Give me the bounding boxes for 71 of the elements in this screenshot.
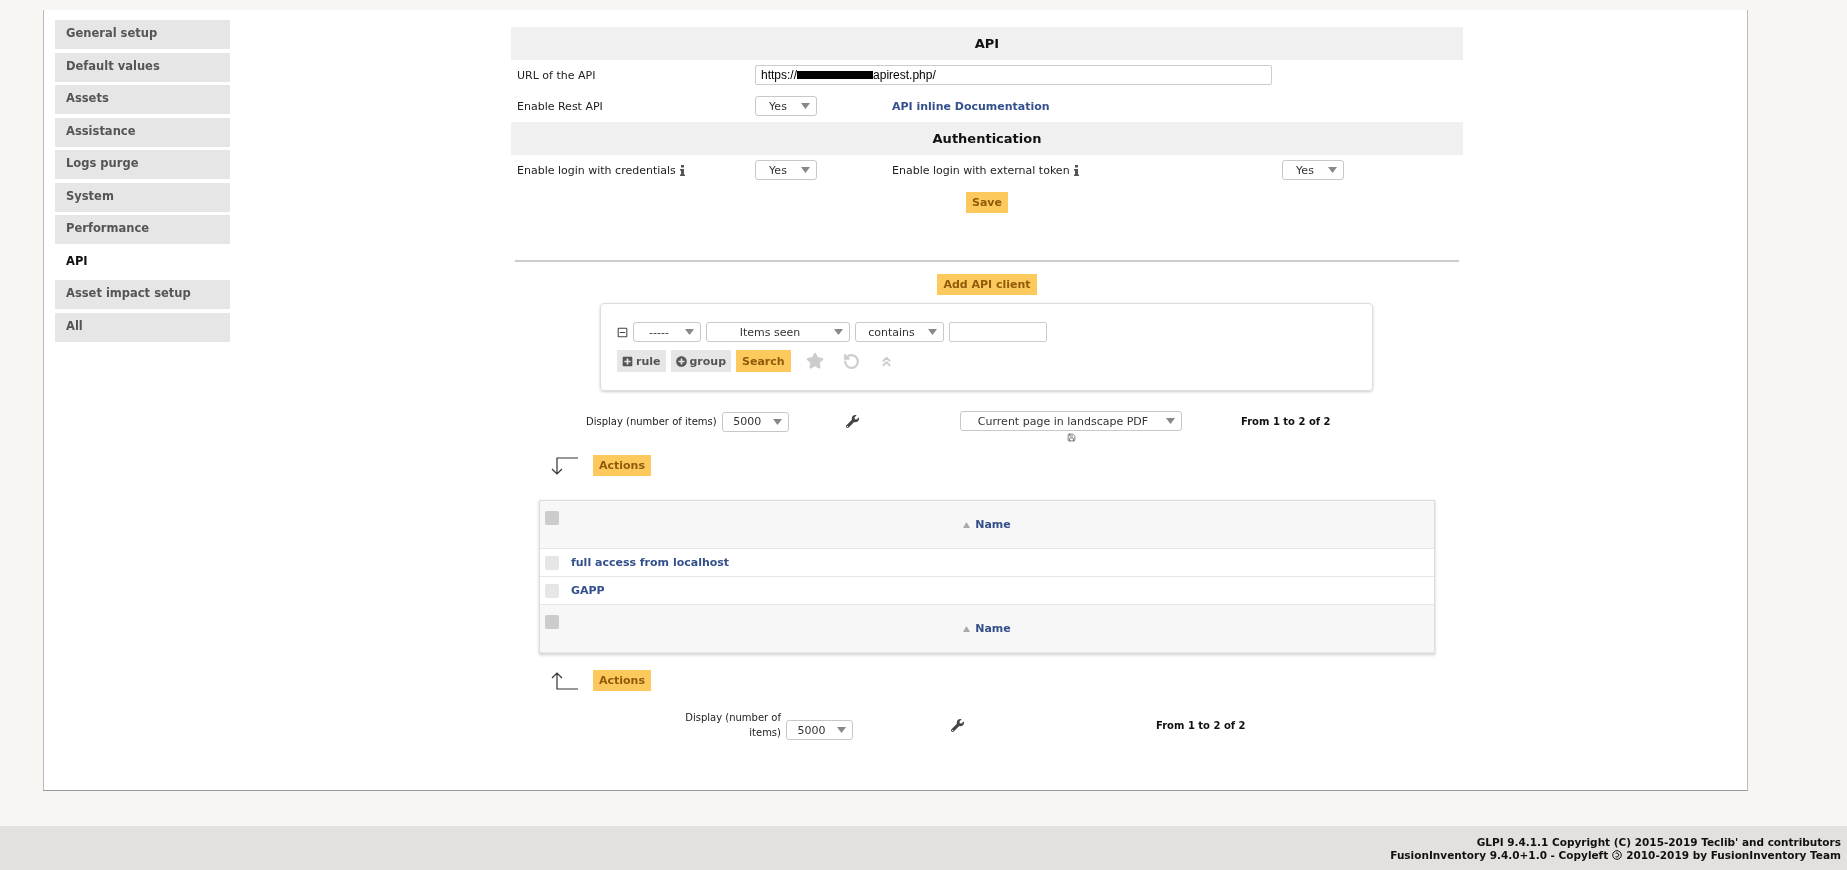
reset-icon[interactable] xyxy=(842,352,860,370)
copyleft-icon xyxy=(1612,849,1623,860)
caret-icon xyxy=(801,103,810,109)
add-rule-button[interactable]: rule xyxy=(617,350,666,372)
export-select[interactable]: Current page in landscape PDF xyxy=(960,411,1182,431)
copyleft-text: FusionInventory 9.4.0+1.0 - Copyleft xyxy=(1390,848,1609,861)
row-checkbox[interactable] xyxy=(545,555,559,570)
client-name-link[interactable]: full access from localhost xyxy=(571,556,730,569)
field-label: Enable login with external token xyxy=(892,163,1070,177)
caret-icon xyxy=(928,329,937,335)
column-header[interactable]: Name xyxy=(963,518,1011,531)
actions-button[interactable]: Actions xyxy=(593,455,651,476)
wrench-icon[interactable] xyxy=(846,415,859,428)
caret-icon xyxy=(685,329,694,335)
caret-icon xyxy=(1166,418,1175,424)
field-label: Enable login with credentials xyxy=(517,163,676,177)
caret-icon xyxy=(837,727,846,733)
caret-icon xyxy=(1328,167,1337,173)
yes-no-select[interactable]: Yes xyxy=(1282,160,1344,180)
caret-icon xyxy=(801,167,810,173)
field-label: Enable Rest API xyxy=(517,99,604,113)
row-checkbox[interactable] xyxy=(545,583,559,598)
link-select[interactable]: ----- xyxy=(633,322,701,342)
info-icon xyxy=(1073,164,1079,176)
caret-icon xyxy=(772,418,782,425)
display-label: Display (number of items) xyxy=(586,416,717,427)
search-field[interactable] xyxy=(949,322,1047,342)
star-icon[interactable] xyxy=(805,352,824,370)
sidebar-item[interactable]: Performance xyxy=(55,215,230,244)
yes-no-select[interactable]: Yes xyxy=(755,160,817,180)
save-icon[interactable] xyxy=(1066,433,1076,442)
sidebar-item[interactable]: Default values xyxy=(55,52,230,82)
column-header[interactable]: Name xyxy=(963,622,1011,635)
page-size-select[interactable]: 5000 xyxy=(786,720,853,740)
url-field[interactable]: https:// apirest.php/ xyxy=(755,65,1272,85)
remove-criterion-icon[interactable] xyxy=(617,326,628,338)
select-all-checkbox[interactable] xyxy=(545,615,559,629)
yes-no-select[interactable]: Yes xyxy=(755,96,817,116)
sidebar-item[interactable]: Asset impact setup xyxy=(55,280,230,309)
field-select[interactable]: Items seen xyxy=(706,322,850,342)
section-header: API xyxy=(511,27,1463,60)
sidebar-item[interactable]: Assets xyxy=(55,85,230,114)
info-icon xyxy=(679,164,685,176)
sidebar-item[interactable]: All xyxy=(55,312,230,342)
pagination-text: From 1 to 2 of 2 xyxy=(1156,719,1247,731)
actions-button[interactable]: Actions xyxy=(593,670,651,691)
add-group-button[interactable]: group xyxy=(670,350,732,372)
sidebar-item[interactable]: General setup xyxy=(55,20,230,49)
save-button[interactable]: Save xyxy=(966,192,1008,213)
copyright-text: GLPI 9.4.1.1 Copyright (C) 2015-2019 Teclib' and contributors xyxy=(1476,835,1841,848)
add-api-client-button[interactable]: Add API client xyxy=(937,274,1037,295)
sort-triangle-icon xyxy=(963,625,971,632)
arrow-icon xyxy=(549,455,579,476)
arrow-icon xyxy=(549,670,579,691)
operator-select[interactable]: contains xyxy=(855,322,944,342)
client-name-link[interactable]: GAPP xyxy=(571,584,605,597)
pagination-text: From 1 to 2 of 2 xyxy=(1241,416,1332,427)
page-size-select[interactable]: 5000 xyxy=(721,411,789,432)
caret-icon xyxy=(834,329,843,335)
sort-triangle-icon xyxy=(963,521,971,528)
section-header: Authentication xyxy=(511,122,1463,155)
display-label: Display (number of items) xyxy=(684,711,781,740)
sidebar-item[interactable]: Logs purge xyxy=(55,150,230,179)
copyleft-text: 2010-2019 by FusionInventory Team xyxy=(1626,848,1841,861)
field-label: URL of the API xyxy=(517,68,597,82)
wrench-icon[interactable] xyxy=(951,718,964,732)
search-button[interactable]: Search xyxy=(736,350,791,372)
sidebar-item[interactable]: System xyxy=(55,182,230,212)
documentation-link[interactable]: API inline Documentation xyxy=(892,99,1050,113)
select-all-checkbox[interactable] xyxy=(545,511,559,525)
sidebar-item[interactable]: Assistance xyxy=(55,117,230,147)
